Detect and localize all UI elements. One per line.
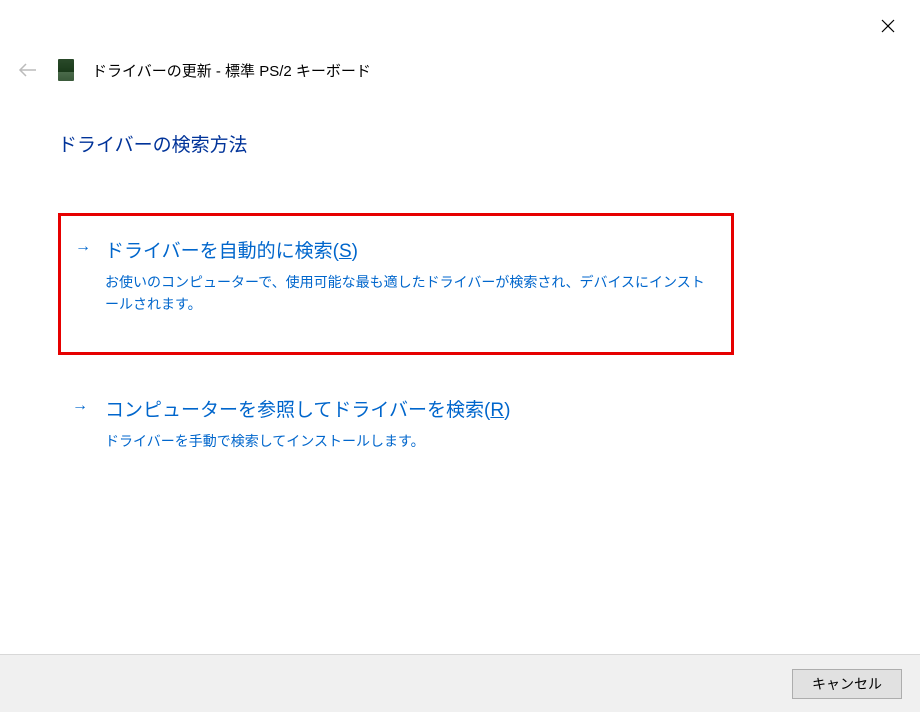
arrow-right-icon: → — [75, 238, 91, 256]
content: ドライバーの検索方法 → ドライバーを自動的に検索(S) お使いのコンピューター… — [0, 82, 920, 488]
close-icon — [881, 19, 895, 33]
back-button — [16, 58, 40, 82]
option-desc-auto: お使いのコンピューターで、使用可能な最も適したドライバーが検索され、デバイスにイ… — [105, 271, 715, 316]
option-auto-search[interactable]: → ドライバーを自動的に検索(S) お使いのコンピューターで、使用可能な最も適し… — [58, 213, 734, 355]
back-arrow-icon — [18, 62, 38, 78]
accelerator-s: S — [339, 241, 352, 262]
close-button[interactable] — [876, 14, 900, 38]
cancel-button[interactable]: キャンセル — [792, 669, 902, 699]
accelerator-r: R — [490, 400, 504, 421]
option-browse-computer[interactable]: → コンピューターを参照してドライバーを検索(R) ドライバーを手動で検索してイ… — [58, 395, 734, 488]
option-title-auto: ドライバーを自動的に検索(S) — [105, 236, 715, 263]
device-icon — [58, 59, 74, 81]
option-title-browse: コンピューターを参照してドライバーを検索(R) — [105, 395, 718, 422]
option-desc-browse: ドライバーを手動で検索してインストールします。 — [105, 430, 718, 452]
section-title: ドライバーの検索方法 — [58, 130, 920, 157]
header: ドライバーの更新 - 標準 PS/2 キーボード — [0, 0, 920, 82]
footer: キャンセル — [0, 654, 920, 712]
dialog-title: ドライバーの更新 - 標準 PS/2 キーボード — [92, 60, 371, 81]
arrow-right-icon: → — [72, 397, 88, 415]
